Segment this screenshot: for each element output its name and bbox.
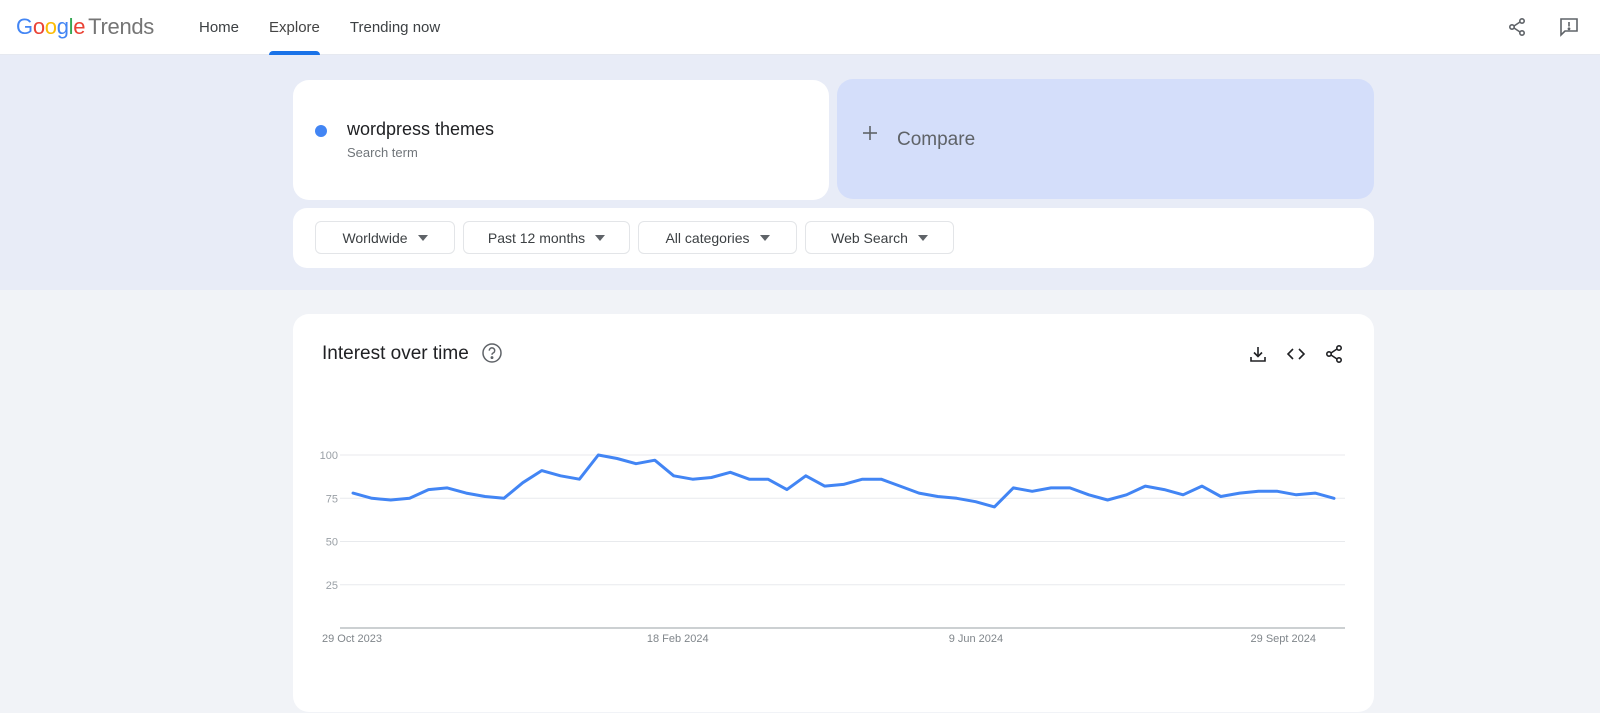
data-point[interactable] bbox=[1234, 487, 1246, 499]
data-point[interactable] bbox=[1196, 480, 1208, 492]
data-point[interactable] bbox=[1102, 494, 1114, 506]
data-point[interactable] bbox=[536, 465, 548, 477]
data-point[interactable] bbox=[460, 487, 472, 499]
x-tick-label: 29 Sept 2024 bbox=[1251, 633, 1316, 645]
data-point[interactable] bbox=[668, 470, 680, 482]
compare-label: Compare bbox=[897, 129, 976, 150]
y-tick-label-50: 50 bbox=[326, 537, 338, 549]
data-point[interactable] bbox=[743, 473, 755, 485]
data-point[interactable] bbox=[856, 473, 868, 485]
share-icon[interactable] bbox=[1322, 342, 1346, 366]
compare-button[interactable]: Compare bbox=[837, 79, 1374, 199]
data-point[interactable] bbox=[479, 491, 491, 503]
data-point[interactable] bbox=[1271, 485, 1283, 497]
caret-down-icon bbox=[595, 234, 606, 241]
nav-trending-now[interactable]: Trending now bbox=[335, 0, 455, 55]
category-label: All categories bbox=[665, 229, 750, 246]
y-tick-label-25: 25 bbox=[326, 580, 338, 592]
caret-down-icon bbox=[759, 234, 770, 241]
data-point[interactable] bbox=[347, 487, 359, 499]
data-point[interactable] bbox=[1083, 489, 1095, 501]
data-point[interactable] bbox=[649, 454, 661, 466]
data-point[interactable] bbox=[1064, 482, 1076, 494]
interest-chart[interactable]: 25 50 75 100 29 Oct 2023 18 Feb 2024 9 Jun 202… bbox=[293, 314, 1374, 712]
interest-over-time-card: 25 50 75 100 29 Oct 2023 18 Feb 2024 9 Jun 202… bbox=[293, 314, 1374, 712]
term-color-dot bbox=[315, 125, 327, 137]
data-point[interactable] bbox=[800, 470, 812, 482]
top-actions bbox=[1504, 14, 1582, 40]
data-point[interactable] bbox=[1158, 484, 1170, 496]
data-point[interactable] bbox=[970, 496, 982, 508]
help-icon[interactable] bbox=[481, 342, 503, 364]
data-point[interactable] bbox=[1007, 482, 1019, 494]
data-point[interactable] bbox=[894, 480, 906, 492]
data-point[interactable] bbox=[385, 494, 397, 506]
y-tick-label-75: 75 bbox=[326, 493, 338, 505]
data-point[interactable] bbox=[819, 480, 831, 492]
search-term-type: Search term bbox=[347, 145, 418, 160]
data-point[interactable] bbox=[441, 482, 453, 494]
chart-title: Interest over time bbox=[322, 343, 469, 364]
data-point[interactable] bbox=[1253, 485, 1265, 497]
embed-icon[interactable] bbox=[1284, 342, 1308, 366]
data-point[interactable] bbox=[404, 492, 416, 504]
data-point[interactable] bbox=[555, 470, 567, 482]
data-point[interactable] bbox=[1309, 487, 1321, 499]
data-point[interactable] bbox=[630, 458, 642, 470]
data-point[interactable] bbox=[913, 487, 925, 499]
main-nav: Home Explore Trending now bbox=[184, 0, 455, 55]
caret-down-icon bbox=[917, 234, 928, 241]
x-tick-label: 9 Jun 2024 bbox=[949, 633, 1003, 645]
data-point[interactable] bbox=[517, 477, 529, 489]
data-point[interactable] bbox=[366, 492, 378, 504]
data-point[interactable] bbox=[875, 473, 887, 485]
time-range-dropdown[interactable]: Past 12 months bbox=[463, 221, 630, 254]
data-point[interactable] bbox=[687, 473, 699, 485]
caret-down-icon bbox=[417, 234, 428, 241]
data-point[interactable] bbox=[573, 473, 585, 485]
feedback-icon[interactable] bbox=[1556, 14, 1582, 40]
data-point[interactable] bbox=[611, 452, 623, 464]
download-icon[interactable] bbox=[1246, 342, 1270, 366]
data-point[interactable] bbox=[932, 491, 944, 503]
nav-explore[interactable]: Explore bbox=[254, 0, 335, 55]
filter-bar: Worldwide Past 12 months All categories … bbox=[293, 208, 1374, 268]
data-point[interactable] bbox=[1045, 482, 1057, 494]
data-point[interactable] bbox=[498, 492, 510, 504]
data-point[interactable] bbox=[1026, 485, 1038, 497]
x-tick-label: 29 Oct 2023 bbox=[322, 633, 382, 645]
share-icon[interactable] bbox=[1504, 14, 1530, 40]
data-point[interactable] bbox=[724, 466, 736, 478]
plus-icon bbox=[863, 126, 877, 140]
data-point[interactable] bbox=[1120, 489, 1132, 501]
category-dropdown[interactable]: All categories bbox=[638, 221, 797, 254]
search-type-label: Web Search bbox=[831, 229, 908, 246]
y-tick-label-100: 100 bbox=[320, 450, 338, 462]
search-term-card[interactable]: wordpress themes Search term bbox=[293, 80, 829, 200]
data-point[interactable] bbox=[951, 492, 963, 504]
data-point[interactable] bbox=[1139, 480, 1151, 492]
nav-home[interactable]: Home bbox=[184, 0, 254, 55]
data-point[interactable] bbox=[1328, 492, 1340, 504]
search-type-dropdown[interactable]: Web Search bbox=[805, 221, 954, 254]
top-bar: Google Trends Home Explore Trending now bbox=[0, 0, 1600, 55]
data-point[interactable] bbox=[988, 501, 1000, 513]
data-point[interactable] bbox=[838, 478, 850, 490]
region-dropdown[interactable]: Worldwide bbox=[315, 221, 455, 254]
data-point[interactable] bbox=[592, 449, 604, 461]
data-point[interactable] bbox=[1215, 491, 1227, 503]
region-label: Worldwide bbox=[342, 229, 408, 246]
x-tick-label: 18 Feb 2024 bbox=[647, 633, 709, 645]
time-range-label: Past 12 months bbox=[487, 229, 586, 246]
data-point[interactable] bbox=[422, 484, 434, 496]
chart-actions bbox=[1246, 342, 1346, 366]
data-point[interactable] bbox=[1177, 489, 1189, 501]
data-point[interactable] bbox=[781, 484, 793, 496]
search-term-name[interactable]: wordpress themes bbox=[347, 119, 494, 140]
data-point[interactable] bbox=[1290, 489, 1302, 501]
data-point[interactable] bbox=[705, 471, 717, 483]
google-trends-logo[interactable]: Google Trends bbox=[16, 14, 154, 40]
data-point[interactable] bbox=[762, 473, 774, 485]
